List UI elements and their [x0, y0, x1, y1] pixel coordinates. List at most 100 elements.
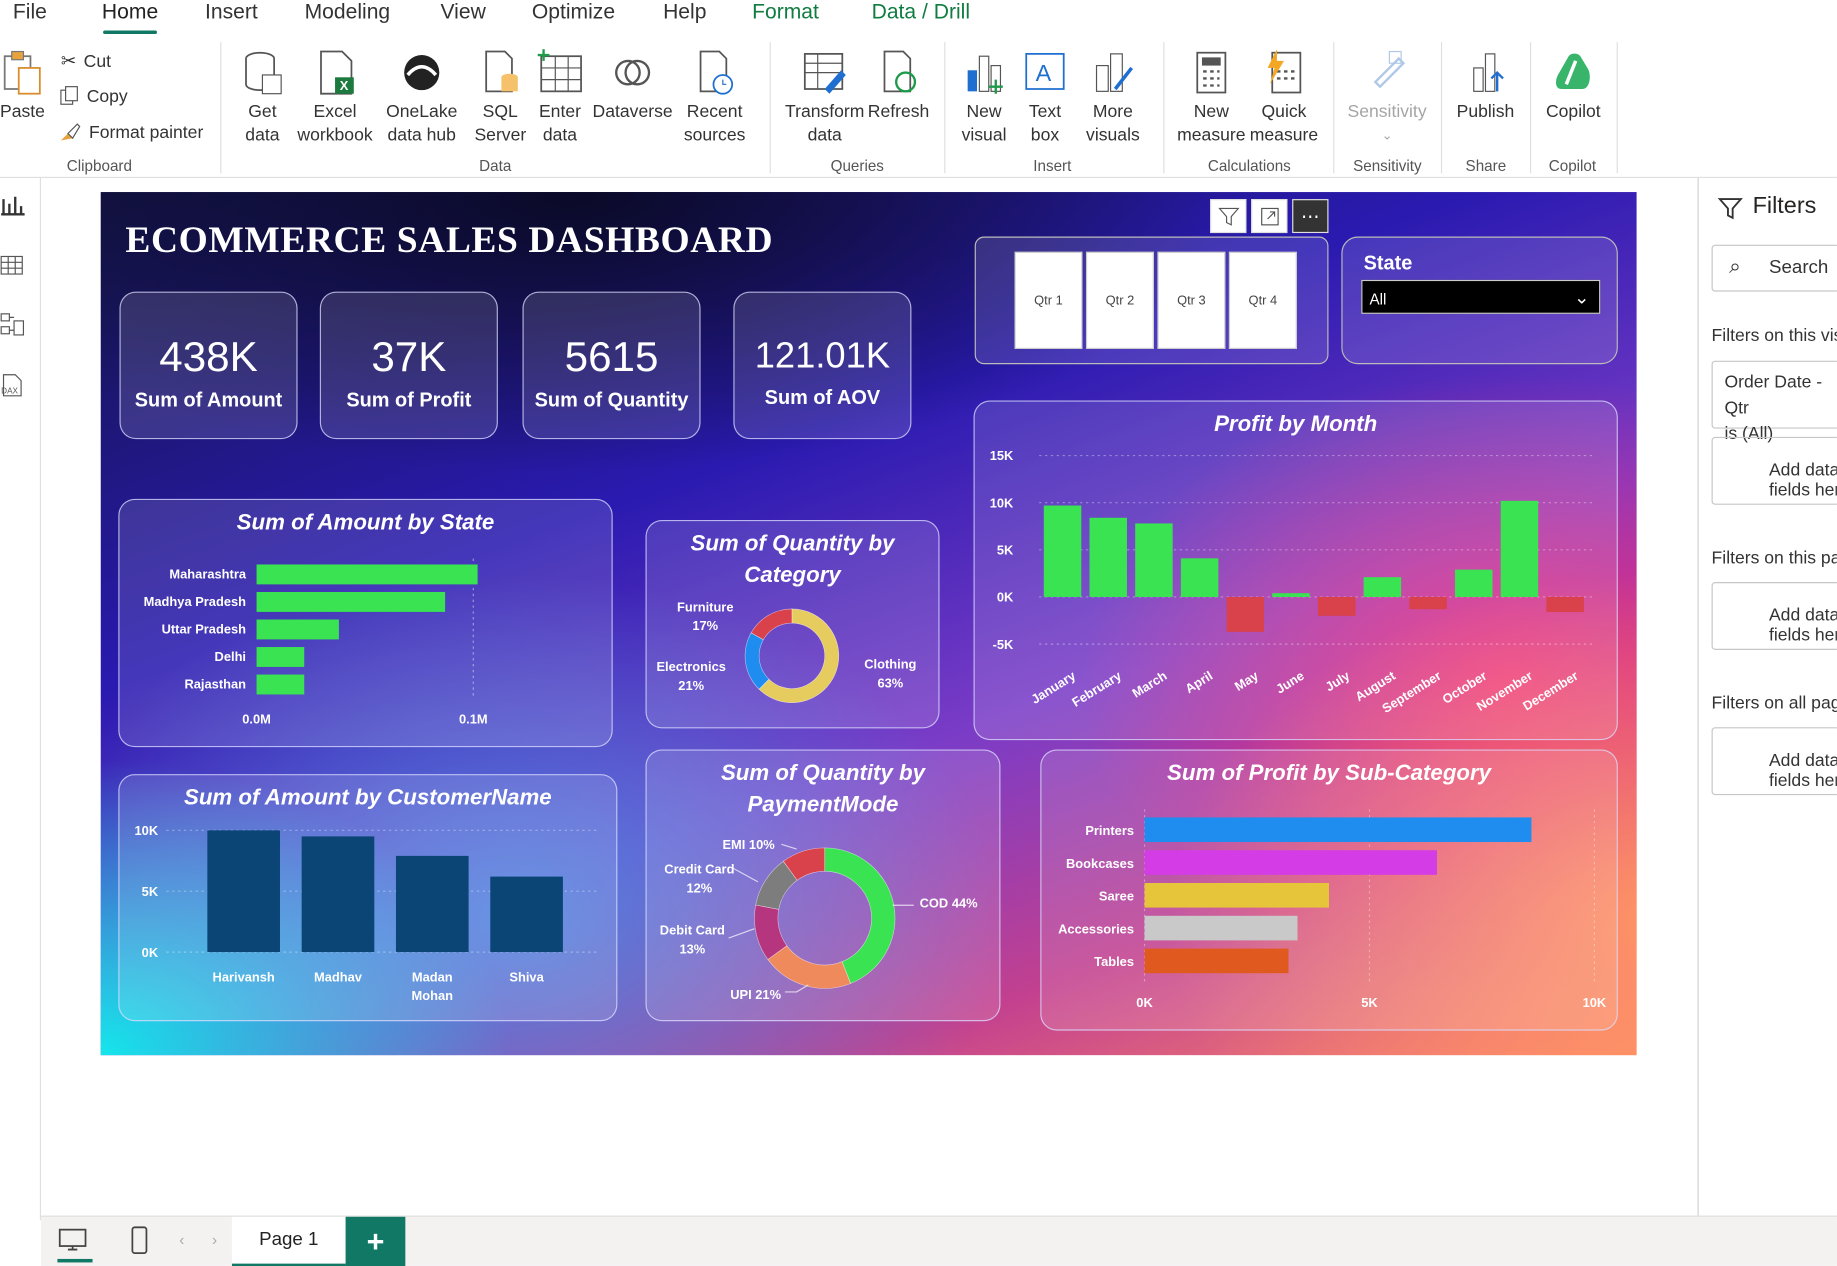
onelake-label: OneLake data hub — [386, 101, 458, 146]
bar — [1226, 596, 1265, 632]
x-tick-label: June — [1273, 668, 1306, 697]
kpi-card-quantity[interactable]: 5615 Sum of Quantity — [522, 291, 701, 440]
chevron-right-icon[interactable]: › — [212, 1231, 217, 1249]
active-tab-indicator — [103, 30, 157, 34]
table-view-icon[interactable] — [0, 253, 26, 279]
copilot-button[interactable]: Copilot — [1539, 49, 1607, 124]
tab-help[interactable]: Help — [663, 0, 706, 25]
dataverse-button[interactable]: Dataverse — [592, 49, 674, 124]
qtr-4-button[interactable]: Qtr 4 — [1228, 251, 1297, 349]
paste-icon — [3, 50, 41, 95]
calculator-icon — [1196, 51, 1227, 94]
copilot-icon — [1556, 53, 1590, 90]
sensitivity-button[interactable]: Sensitivity ⌄ — [1344, 49, 1431, 147]
dax-query-view-icon[interactable]: DAX — [0, 372, 26, 398]
bar — [395, 855, 469, 953]
category-label: Maharashtra — [169, 567, 246, 582]
bar — [1272, 593, 1310, 597]
tab-home[interactable]: Home — [102, 0, 158, 25]
tick-label: 0.1M — [459, 712, 488, 727]
page-tab-page-1[interactable]: Page 1 — [231, 1216, 346, 1266]
bar — [1135, 523, 1173, 597]
tab-format[interactable]: Format — [752, 0, 819, 25]
slice-label: 17% — [692, 618, 718, 633]
more-options-icon[interactable]: ⋯ — [1292, 199, 1329, 234]
tab-data-drill[interactable]: Data / Drill — [872, 0, 970, 25]
onelake-button[interactable]: OneLake data hub — [377, 49, 466, 147]
tab-insert[interactable]: Insert — [205, 0, 258, 25]
category-label: Rajasthan — [184, 677, 246, 692]
ribbon-separator — [1616, 42, 1618, 174]
ribbon-separator — [769, 42, 771, 174]
format-painter-button[interactable]: Format painter — [59, 122, 203, 143]
slice-label: 12% — [686, 880, 712, 895]
more-visuals-label: More visuals — [1086, 101, 1140, 146]
amount-by-state-chart: Maharashtra Madhya Pradesh Uttar Pradesh De… — [144, 558, 488, 727]
mobile-layout-icon[interactable] — [130, 1226, 149, 1254]
qtr-1-button[interactable]: Qtr 1 — [1014, 251, 1083, 349]
new-visual-button[interactable]: New visual — [956, 49, 1012, 147]
quantity-by-category-visual[interactable]: Sum of Quantity by Category Clothing 63% E… — [645, 519, 940, 729]
tab-modeling[interactable]: Modeling — [305, 0, 391, 25]
kpi-card-amount[interactable]: 438K Sum of Amount — [119, 291, 298, 440]
y-tick-label: 10K — [990, 495, 1014, 510]
sensitivity-label: Sensitivity — [1347, 101, 1427, 122]
filter-icon[interactable] — [1210, 199, 1247, 234]
text-box-button[interactable]: A Text box — [1017, 49, 1073, 147]
kpi-card-profit[interactable]: 37K Sum of Profit — [319, 291, 498, 440]
qtr-3-button[interactable]: Qtr 3 — [1157, 251, 1226, 349]
cut-button[interactable]: ✂ Cut — [61, 49, 111, 72]
chevron-down-icon: ⌄ — [1381, 128, 1393, 143]
tab-view[interactable]: View — [440, 0, 485, 25]
add-data-field-all[interactable]: Add data fields here — [1711, 727, 1837, 796]
tab-file[interactable]: File — [13, 0, 47, 25]
donut-slice — [750, 608, 793, 641]
filters-title: Filters — [1752, 193, 1817, 219]
order-date-filter-card[interactable]: Order Date - Qtr is (All) — [1711, 360, 1837, 444]
add-data-label: Add data fields here — [1768, 750, 1837, 791]
profit-by-subcategory-visual[interactable]: Sum of Profit by Sub-Category 0K 5K 10K Pri… — [1040, 749, 1618, 1031]
quick-measure-icon — [1267, 49, 1302, 94]
add-data-field-visual[interactable]: Add data fields here — [1711, 436, 1837, 505]
get-data-button[interactable]: Get data — [231, 49, 294, 147]
bar — [256, 619, 339, 640]
sql-server-button[interactable]: SQL Server — [474, 49, 526, 147]
excel-workbook-button[interactable]: X Excel workbook — [295, 49, 375, 147]
focus-mode-icon[interactable] — [1251, 199, 1288, 234]
quick-measure-button[interactable]: Quick measure — [1246, 49, 1321, 147]
report-view-icon[interactable] — [0, 192, 26, 218]
filters-search-input[interactable]: ⌕ Search — [1711, 244, 1837, 292]
copy-button[interactable]: Copy — [59, 85, 128, 106]
refresh-button[interactable]: Refresh — [867, 49, 930, 124]
add-page-button[interactable]: + — [345, 1216, 406, 1266]
bar — [1363, 577, 1402, 597]
desktop-layout-icon[interactable] — [57, 1228, 87, 1251]
amount-by-state-visual[interactable]: Sum of Amount by State Maharashtra Madhya… — [118, 498, 613, 748]
more-visuals-button[interactable]: More visuals — [1075, 49, 1150, 147]
tab-optimize[interactable]: Optimize — [532, 0, 615, 25]
y-tick-label: 0K — [997, 590, 1014, 605]
add-data-field-page[interactable]: Add data fields here — [1711, 582, 1837, 650]
chevron-left-icon[interactable]: ‹ — [179, 1231, 184, 1249]
amount-by-customer-visual[interactable]: Sum of Amount by CustomerName 10K 5K 0K Har… — [118, 774, 618, 1022]
paste-button[interactable]: Paste — [0, 49, 45, 124]
enter-data-button[interactable]: Enter data — [534, 49, 586, 147]
quantity-by-paymentmode-visual[interactable]: Sum of Quantity by PaymentMode COD 44% UP… — [645, 749, 1001, 1022]
y-tick-label: -5K — [993, 637, 1014, 652]
qtr-2-button[interactable]: Qtr 2 — [1085, 251, 1154, 349]
transform-data-button[interactable]: Transform data — [780, 49, 869, 147]
bar — [207, 830, 280, 953]
model-view-icon[interactable] — [0, 312, 26, 338]
bar — [1500, 500, 1539, 597]
kpi-card-aov[interactable]: 121.01K Sum of AOV — [733, 291, 912, 440]
state-dropdown[interactable]: All ⌄ — [1361, 279, 1601, 314]
new-measure-button[interactable]: New measure — [1174, 49, 1249, 147]
bar — [1144, 817, 1532, 843]
profit-by-month-visual[interactable]: Profit by Month 15K 10K 5K 0K -5K January Febr… — [973, 400, 1618, 741]
kpi-value: 37K — [371, 332, 447, 381]
recent-sources-button[interactable]: Recent sources — [674, 49, 756, 147]
slice-label: EMI 10% — [722, 837, 775, 852]
publish-button[interactable]: Publish — [1450, 49, 1520, 124]
bar — [1180, 558, 1219, 597]
x-tick-label: Madan — [412, 969, 453, 984]
